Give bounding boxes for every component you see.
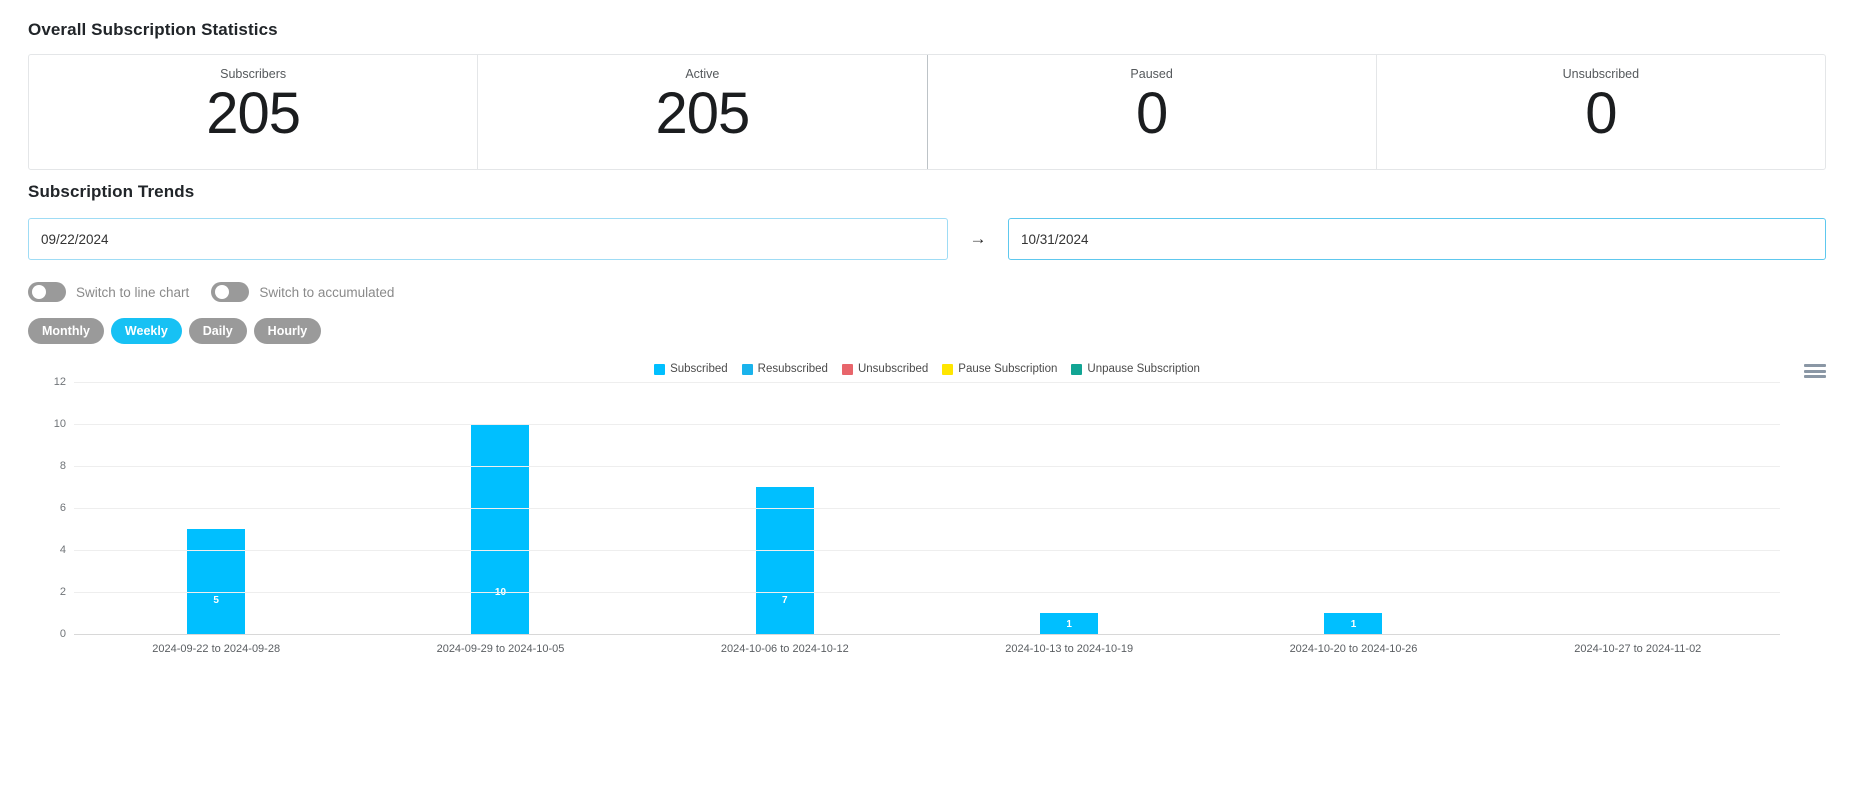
stat-card-paused: Paused 0 xyxy=(926,55,1376,169)
chart-bar[interactable]: 10 xyxy=(471,424,530,635)
x-axis-tick-label: 2024-09-22 to 2024-09-28 xyxy=(152,643,281,656)
chart-gridline xyxy=(74,592,1780,594)
start-date-input[interactable] xyxy=(28,218,948,260)
chart-plot-area: 5 10 7 1 1 0 2 4 6 8 10 12 xyxy=(54,376,1780,640)
y-axis-tick-label: 2 xyxy=(59,586,66,599)
toggle-knob xyxy=(32,285,46,299)
menu-line xyxy=(1804,375,1826,379)
x-axis-tick-label: 2024-10-27 to 2024-11-02 xyxy=(1574,643,1702,656)
chart-bar-value-label: 7 xyxy=(782,595,788,607)
end-date-input[interactable] xyxy=(1008,218,1826,260)
subscription-statistics-page: Overall Subscription Statistics Subscrib… xyxy=(0,0,1854,807)
chart-bar-value-label: 1 xyxy=(1350,619,1357,631)
stat-card-subscribers: Subscribers 205 xyxy=(29,55,477,169)
x-axis-tick-label: 2024-10-06 to 2024-10-12 xyxy=(720,643,849,656)
legend-label: Subscribed xyxy=(670,363,728,376)
chart-bar[interactable]: 5 xyxy=(187,529,246,635)
period-button-hourly[interactable]: Hourly xyxy=(253,318,322,345)
toggle-knob xyxy=(215,285,230,299)
legend-swatch-icon xyxy=(654,363,666,375)
y-axis-tick-label: 4 xyxy=(59,544,66,557)
chart-options-toggles: Switch to line chart Switch to accumulat… xyxy=(28,282,1826,302)
stat-card-value: 0 xyxy=(1135,81,1168,146)
chart-gridline xyxy=(74,550,1780,552)
date-range-row: → xyxy=(28,218,1826,260)
stat-card-label: Paused xyxy=(1130,67,1173,81)
y-axis-tick-label: 10 xyxy=(53,418,66,431)
chart-bar-value-label: 10 xyxy=(495,588,506,634)
chart-bar[interactable]: 7 xyxy=(755,487,814,635)
stat-card-label: Subscribers xyxy=(220,67,287,81)
stat-card-value: 0 xyxy=(1585,81,1617,146)
legend-label: Pause Subscription xyxy=(958,363,1058,376)
period-button-daily[interactable]: Daily xyxy=(188,318,247,345)
legend-swatch-icon xyxy=(741,363,753,375)
chart-gridline xyxy=(74,424,1780,426)
chart-bar[interactable]: 1 xyxy=(1040,613,1099,635)
subscription-trends-title: Subscription Trends xyxy=(28,182,195,201)
chart-gridline xyxy=(74,508,1780,510)
legend-swatch-icon xyxy=(841,363,853,375)
stat-card-value: 205 xyxy=(655,81,750,146)
legend-item[interactable]: Unsubscribed xyxy=(841,363,929,376)
period-button-monthly[interactable]: Monthly xyxy=(28,318,104,345)
legend-swatch-icon xyxy=(1071,363,1083,375)
stat-cards-row: Subscribers 205 Active 205 Paused 0 Unsu… xyxy=(28,54,1826,170)
subscription-trends-chart: Subscribed Resubscribed Unsubscribed Pause … xyxy=(28,356,1826,681)
chart-legend: Subscribed Resubscribed Unsubscribed Pause … xyxy=(28,356,1826,378)
legend-item[interactable]: Pause Subscription xyxy=(942,363,1057,375)
switch-to-accumulated-label: Switch to accumulated xyxy=(259,284,395,300)
stat-card-active: Active 205 xyxy=(477,55,926,169)
stat-card-label: Active xyxy=(685,67,720,81)
stat-card-value: 205 xyxy=(206,81,301,146)
x-axis-tick-label: 2024-10-13 to 2024-10-19 xyxy=(1005,643,1134,656)
chart-x-axis: 2024-09-22 to 2024-09-28 2024-09-29 to 20… xyxy=(74,643,1780,655)
y-axis-tick-label: 6 xyxy=(59,502,66,515)
x-axis-tick-label: 2024-10-20 to 2024-10-26 xyxy=(1289,643,1418,656)
toggle-group-accumulated: Switch to accumulated xyxy=(211,282,394,302)
y-axis-tick-label: 0 xyxy=(59,628,66,641)
stat-card-label: Unsubscribed xyxy=(1562,67,1640,81)
chart-bar-value-label: 1 xyxy=(1066,619,1072,631)
period-selector: Monthly Weekly Daily Hourly xyxy=(28,318,1826,345)
legend-item[interactable]: Resubscribed xyxy=(741,363,828,376)
stat-card-unsubscribed: Unsubscribed 0 xyxy=(1375,55,1825,169)
chart-bar-value-label: 5 xyxy=(213,595,219,607)
legend-swatch-icon xyxy=(942,363,954,375)
toggle-group-line-chart: Switch to line chart xyxy=(28,282,189,302)
chart-gridline xyxy=(74,466,1780,468)
legend-item[interactable]: Unpause Subscription xyxy=(1071,363,1200,375)
legend-label: Unsubscribed xyxy=(857,363,929,376)
switch-to-line-chart-label: Switch to line chart xyxy=(76,284,190,300)
switch-to-accumulated-toggle[interactable] xyxy=(211,282,250,302)
menu-line xyxy=(1804,369,1826,373)
y-axis-tick-label: 8 xyxy=(59,460,66,473)
y-axis-tick-label: 12 xyxy=(53,376,66,389)
menu-line xyxy=(1804,364,1826,368)
legend-item[interactable]: Subscribed xyxy=(654,363,728,375)
hamburger-menu-icon[interactable] xyxy=(1804,362,1826,380)
legend-label: Unpause Subscription xyxy=(1087,363,1200,376)
switch-to-line-chart-toggle[interactable] xyxy=(28,282,66,302)
arrow-right-icon: → xyxy=(969,229,987,248)
period-button-weekly[interactable]: Weekly xyxy=(110,318,182,345)
x-axis-tick-label: 2024-09-29 to 2024-10-05 xyxy=(436,643,565,656)
chart-gridline xyxy=(74,634,1780,636)
chart-bar[interactable]: 1 xyxy=(1324,613,1383,635)
legend-label: Resubscribed xyxy=(757,363,828,376)
overall-statistics-title: Overall Subscription Statistics xyxy=(28,20,278,39)
chart-gridline xyxy=(74,382,1780,384)
